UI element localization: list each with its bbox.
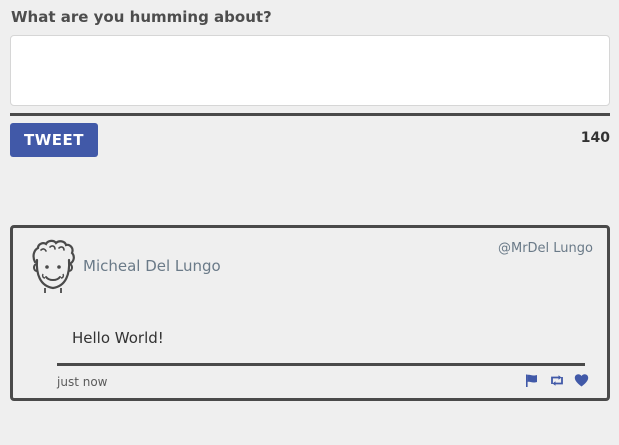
heart-icon[interactable] (574, 373, 589, 388)
card-divider (57, 363, 585, 366)
avatar-icon (28, 238, 78, 294)
author-name: Micheal Del Lungo (83, 257, 221, 275)
tweet-actions (524, 373, 589, 388)
flag-icon[interactable] (524, 373, 539, 388)
tweet-card: Micheal Del Lungo @MrDel Lungo Hello Wor… (10, 225, 610, 401)
retweet-icon[interactable] (549, 373, 564, 388)
compose-label: What are you humming about? (11, 8, 272, 26)
author-handle: @MrDel Lungo (497, 241, 593, 256)
tweet-timestamp: just now (57, 375, 108, 389)
tweet-body: Hello World! (72, 329, 164, 347)
tweet-button[interactable]: TWEET (10, 123, 98, 157)
char-counter: 140 (580, 130, 610, 146)
tweet-textarea[interactable] (10, 35, 610, 106)
compose-divider (10, 113, 610, 116)
